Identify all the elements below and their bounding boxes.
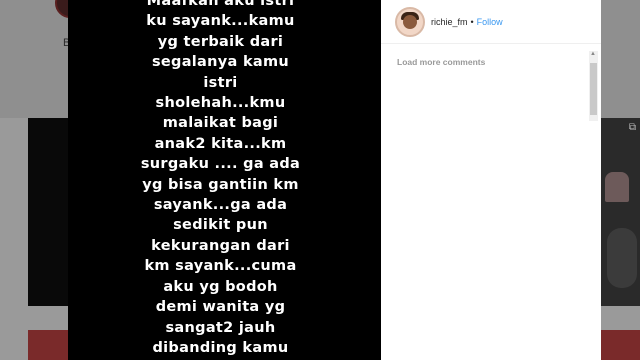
background-post-thumbnail-left[interactable] — [28, 118, 68, 306]
caption-line: Maafkan aku istri — [146, 0, 295, 9]
background-post-thumbnail-right[interactable]: ⧉ — [601, 118, 640, 306]
caption-line: sholehah...kmu — [155, 95, 286, 112]
avatar-face — [403, 14, 417, 29]
scroll-up-arrow-icon[interactable]: ▲ — [590, 51, 596, 57]
caption-line: istri — [203, 74, 238, 91]
caption-line: surgaku .... ga ada — [140, 156, 301, 173]
caption-line: sayank...ga ada — [153, 197, 288, 214]
caption-line: yg bisa gantiin km — [142, 176, 299, 193]
comments-scrollbar[interactable]: ▲ — [589, 51, 598, 121]
background-post-thumbnail-left-bottom[interactable] — [28, 330, 68, 360]
caption-line: sedikit pun — [173, 217, 268, 234]
caption-line: ku sayank...kamu — [146, 13, 295, 30]
post-image-text: Maafkan aku istri ku sayank...kamu yg terb… — [141, 0, 300, 358]
caption-line: kekurangan dari — [151, 237, 290, 254]
caption-line: segalanya kamu — [151, 54, 290, 71]
caption-line: km sayank...cuma — [144, 258, 297, 275]
post-image[interactable]: Maafkan aku istri ku sayank...kamu yg terb… — [68, 0, 381, 360]
background-post-thumbnail-right-bottom[interactable] — [601, 330, 640, 360]
separator-dot: • — [470, 16, 474, 27]
caption-line: anak2 kita...km — [154, 135, 287, 152]
thumbnail-figure — [605, 172, 629, 202]
profile-avatar[interactable] — [395, 6, 425, 37]
caption-line: aku yg bodoh — [163, 278, 278, 295]
follow-button[interactable]: Follow — [477, 17, 503, 27]
caption-line: demi wanita yg — [155, 299, 286, 316]
caption-line: malaikat bagi — [162, 115, 279, 132]
post-header: richie_fm • Follow — [381, 0, 601, 44]
caption-line: yg terbaik dari — [157, 33, 284, 50]
scrollbar-thumb[interactable] — [590, 63, 597, 115]
caption-line: sangat2 jauh — [165, 319, 276, 336]
caption-line: dibanding kamu — [152, 339, 289, 356]
thumbnail-figure — [607, 228, 637, 288]
username-link[interactable]: richie_fm — [431, 17, 468, 27]
multiple-images-icon: ⧉ — [628, 122, 636, 133]
load-more-comments-link[interactable]: Load more comments — [397, 57, 485, 67]
post-side-panel: richie_fm • Follow Load more comments ▲ — [381, 0, 601, 360]
